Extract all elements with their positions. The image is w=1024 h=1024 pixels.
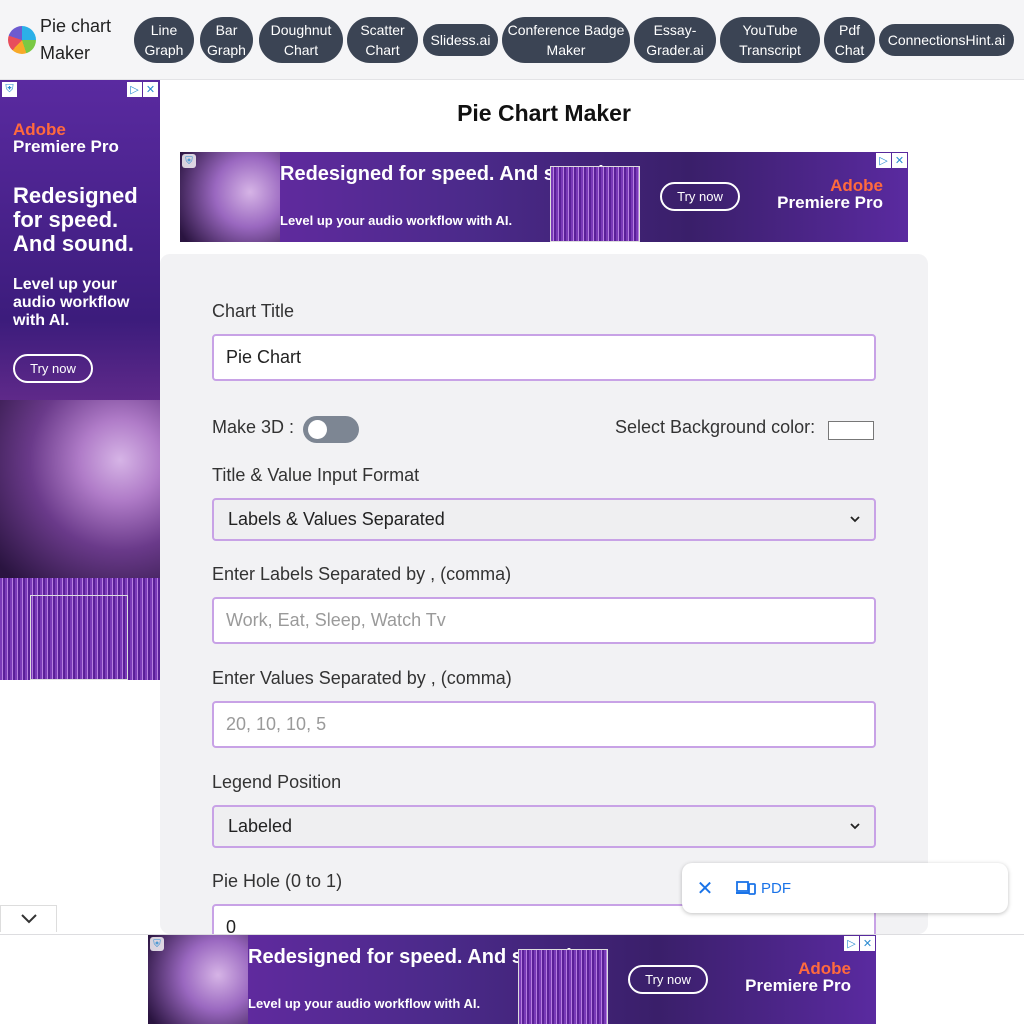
input-format-value: Labels & Values Separated	[228, 509, 445, 529]
brand-name: Pie chart Maker	[40, 16, 112, 63]
nav-youtube-transcript[interactable]: YouTube Transcript	[720, 17, 820, 63]
pdf-button[interactable]: PDF	[736, 875, 791, 901]
chart-title-input[interactable]	[212, 334, 876, 381]
devices-icon	[736, 881, 756, 895]
ad-brand-product: Premiere Pro	[777, 193, 883, 212]
adchoices-icon[interactable]: ▷	[844, 936, 859, 951]
ad-subline: Level up your audio workflow with AI.	[280, 213, 513, 228]
nav-doughnut-chart[interactable]: Doughnut Chart	[259, 17, 343, 63]
bottom-banner-advertisement[interactable]: ⛨ Redesigned for speed. And sound. Level…	[148, 935, 876, 1024]
ad-artwork	[0, 400, 160, 578]
collapse-ad-button[interactable]	[0, 905, 57, 932]
ad-subline: Level up your audio workflow with AI.	[248, 996, 481, 1011]
nav-scatter-chart[interactable]: Scatter Chart	[347, 17, 418, 63]
values-input-label: Enter Values Separated by , (comma)	[212, 668, 512, 688]
ad-close-icon[interactable]: ✕	[860, 936, 875, 951]
bottom-sticky-ad-bar: ⛨ Redesigned for speed. And sound. Level…	[0, 934, 1024, 1024]
ad-subline: Level up your audio workflow with AI.	[13, 276, 130, 329]
pie-hole-label: Pie Hole (0 to 1)	[212, 871, 343, 891]
chevron-down-icon	[20, 914, 37, 924]
legend-position-select[interactable]: Labeled	[212, 805, 876, 848]
input-format-select[interactable]: Labels & Values Separated	[212, 498, 876, 541]
chevron-down-icon	[850, 823, 860, 830]
nav-pdf-chat[interactable]: Pdf Chat	[824, 17, 875, 63]
top-banner-advertisement[interactable]: ⛨ Redesigned for speed. And sound. Level…	[180, 152, 908, 242]
ad-try-now-button[interactable]: Try now	[660, 182, 740, 211]
nav-line-graph[interactable]: Line Graph	[134, 17, 194, 63]
nav-essay-grader-ai[interactable]: Essay-Grader.ai	[634, 17, 716, 63]
adchoices-icon[interactable]: ▷	[876, 153, 891, 168]
ad-brand-product: Premiere Pro	[13, 137, 119, 156]
background-color-label: Select Background color:	[615, 417, 816, 437]
nav-conference-badge-maker[interactable]: Conference Badge Maker	[502, 17, 630, 63]
top-navigation: Pie chart Maker Line Graph Bar Graph Dou…	[0, 0, 1024, 80]
values-input[interactable]	[212, 701, 876, 748]
brand[interactable]: Pie chart Maker	[8, 10, 120, 70]
legend-position-value: Labeled	[228, 816, 293, 836]
legend-position-label: Legend Position	[212, 772, 342, 792]
nav-slidess-ai[interactable]: Slidess.ai	[423, 24, 498, 56]
labels-input-label: Enter Labels Separated by , (comma)	[212, 564, 512, 584]
make-3d-toggle[interactable]	[303, 416, 359, 443]
pdf-button-label: PDF	[761, 879, 791, 897]
ad-shield-icon: ⛨	[2, 82, 17, 97]
make-3d-label: Make 3D :	[212, 417, 295, 437]
input-format-label: Title & Value Input Format	[212, 465, 420, 485]
page-title: Pie Chart Maker	[457, 100, 631, 126]
ad-shield-icon: ⛨	[182, 154, 196, 168]
pie-chart-logo-icon	[8, 26, 36, 54]
left-advertisement[interactable]: ⛨ ▷ ✕ Adobe Premiere Pro Redesigned for …	[0, 80, 160, 680]
ad-try-now-button[interactable]: Try now	[13, 354, 93, 383]
chevron-down-icon	[850, 516, 860, 523]
background-color-picker[interactable]	[828, 421, 874, 440]
ad-audio-waveform	[550, 166, 640, 242]
nav-connectionshint-ai[interactable]: ConnectionsHint.ai	[879, 24, 1014, 56]
ad-audio-waveform	[518, 949, 608, 1024]
close-icon[interactable]: ✕	[696, 876, 714, 900]
ad-close-icon[interactable]: ✕	[143, 82, 158, 97]
ad-brand-product: Premiere Pro	[745, 976, 851, 995]
adchoices-icon[interactable]: ▷	[127, 82, 142, 97]
labels-input[interactable]	[212, 597, 876, 644]
ad-headline: Redesigned for speed. And sound.	[13, 183, 138, 256]
ad-try-now-button[interactable]: Try now	[628, 965, 708, 994]
ad-shield-icon: ⛨	[150, 937, 164, 951]
pdf-widget: ✕ PDF	[682, 863, 1008, 913]
chart-title-label: Chart Title	[212, 301, 295, 321]
ad-waveform-frame	[30, 595, 128, 680]
ad-close-icon[interactable]: ✕	[892, 153, 907, 168]
nav-bar-graph[interactable]: Bar Graph	[200, 17, 253, 63]
toggle-knob	[308, 420, 327, 439]
